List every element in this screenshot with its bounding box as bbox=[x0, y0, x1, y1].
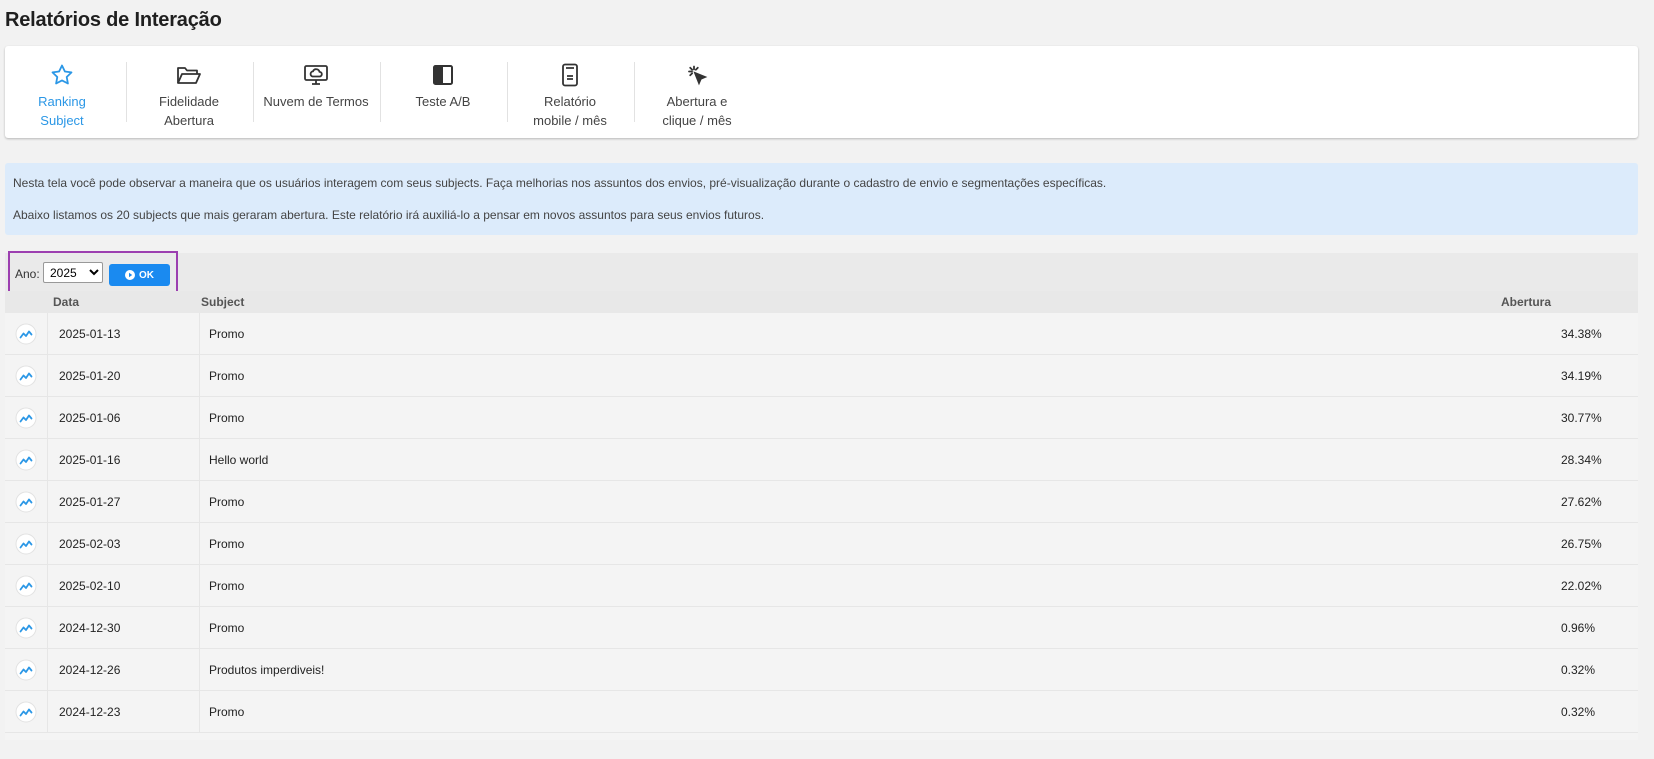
row-open-rate: 0.32% bbox=[1561, 663, 1596, 677]
report-tabs: Ranking Subject Fidelidade Abertura Nuve… bbox=[5, 46, 1638, 138]
chart-line-icon[interactable] bbox=[5, 523, 48, 565]
folder-open-icon bbox=[176, 62, 202, 88]
chart-line-icon[interactable] bbox=[5, 397, 48, 439]
row-subject: Promo bbox=[209, 495, 245, 509]
row-date: 2024-12-23 bbox=[48, 691, 200, 733]
table-row: 2025-01-20 Promo 34.19% bbox=[5, 355, 1638, 397]
header-subject: Subject bbox=[201, 295, 245, 309]
row-subject: Hello world bbox=[209, 453, 269, 467]
ok-label: OK bbox=[139, 269, 154, 281]
row-open-rate: 0.32% bbox=[1561, 705, 1596, 719]
cursor-click-icon bbox=[685, 62, 709, 88]
split-square-icon bbox=[432, 62, 454, 88]
row-subject: Promo bbox=[209, 579, 245, 593]
row-date: 2024-12-30 bbox=[48, 607, 200, 649]
table-body: 2025-01-13 Promo 34.38% 2025-01-20 Promo 34.1… bbox=[5, 313, 1638, 733]
row-subject: Promo bbox=[209, 327, 245, 341]
row-open-rate: 28.34% bbox=[1561, 453, 1602, 467]
year-select[interactable]: 2025 bbox=[43, 262, 103, 283]
row-date: 2025-02-03 bbox=[48, 523, 200, 565]
info-text: Abaixo listamos os 20 subjects que mais … bbox=[13, 208, 765, 222]
row-date: 2025-01-27 bbox=[48, 481, 200, 523]
chart-line-icon[interactable] bbox=[5, 649, 48, 691]
row-subject: Promo bbox=[209, 537, 245, 551]
filter-bar: Ano: 2025 OK bbox=[5, 251, 1638, 293]
tab-ranking-subject[interactable]: Ranking Subject bbox=[0, 62, 129, 130]
star-icon bbox=[50, 62, 74, 88]
row-open-rate: 26.75% bbox=[1561, 537, 1602, 551]
table-row: 2024-12-26 Produtos imperdiveis! 0.32% bbox=[5, 649, 1638, 691]
tab-label: Abertura e clique / mês bbox=[662, 94, 732, 128]
tab-fidelidade-abertura[interactable]: Fidelidade Abertura bbox=[122, 62, 256, 130]
table-row: 2025-02-03 Promo 26.75% bbox=[5, 523, 1638, 565]
tab-teste-ab[interactable]: Teste A/B bbox=[376, 62, 510, 130]
table-row: 2025-02-10 Promo 22.02% bbox=[5, 565, 1638, 607]
tab-label: Relatório mobile / mês bbox=[533, 94, 607, 128]
chart-line-icon[interactable] bbox=[5, 691, 48, 733]
row-subject: Produtos imperdiveis! bbox=[209, 663, 325, 677]
row-date: 2025-01-06 bbox=[48, 397, 200, 439]
row-date: 2025-01-13 bbox=[48, 313, 200, 355]
ok-button[interactable]: OK bbox=[109, 264, 170, 286]
row-subject: Promo bbox=[209, 369, 245, 383]
table-row: 2025-01-06 Promo 30.77% bbox=[5, 397, 1638, 439]
tab-abertura-clique[interactable]: Abertura e clique / mês bbox=[630, 62, 764, 130]
row-date: 2025-02-10 bbox=[48, 565, 200, 607]
play-circle-icon bbox=[125, 270, 135, 280]
row-open-rate: 22.02% bbox=[1561, 579, 1602, 593]
row-subject: Promo bbox=[209, 705, 245, 719]
row-open-rate: 0.96% bbox=[1561, 621, 1596, 635]
mobile-icon bbox=[561, 62, 579, 88]
chart-line-icon[interactable] bbox=[5, 313, 48, 355]
tab-label: Nuvem de Termos bbox=[263, 94, 369, 109]
row-open-rate: 34.19% bbox=[1561, 369, 1602, 383]
table-row: 2025-01-16 Hello world 28.34% bbox=[5, 439, 1638, 481]
row-date: 2025-01-20 bbox=[48, 355, 200, 397]
info-box: Nesta tela você pode observar a maneira … bbox=[5, 163, 1638, 235]
row-date: 2024-12-26 bbox=[48, 649, 200, 691]
table-row: 2025-01-27 Promo 27.62% bbox=[5, 481, 1638, 523]
row-subject: Promo bbox=[209, 411, 245, 425]
table-row: 2025-01-13 Promo 34.38% bbox=[5, 313, 1638, 355]
chart-line-icon[interactable] bbox=[5, 355, 48, 397]
tab-label: Fidelidade Abertura bbox=[159, 94, 219, 128]
row-open-rate: 27.62% bbox=[1561, 495, 1602, 509]
table-row: 2024-12-30 Promo 0.96% bbox=[5, 607, 1638, 649]
chart-line-icon[interactable] bbox=[5, 607, 48, 649]
table-header: Data Subject Abertura bbox=[5, 291, 1638, 313]
header-open: Abertura bbox=[1501, 295, 1552, 309]
row-subject: Promo bbox=[209, 621, 245, 635]
ranking-table: Ano: 2025 OK Data Subject Abertura 2025-… bbox=[5, 251, 1638, 740]
header-date: Data bbox=[53, 295, 80, 309]
info-text: Nesta tela você pode observar a maneira … bbox=[13, 176, 1107, 190]
chart-line-icon[interactable] bbox=[5, 565, 48, 607]
row-open-rate: 34.38% bbox=[1561, 327, 1602, 341]
year-label: Ano: bbox=[15, 267, 40, 281]
page-title: Relatórios de Interação bbox=[5, 9, 222, 31]
tab-label: Teste A/B bbox=[415, 94, 471, 109]
chart-line-icon[interactable] bbox=[5, 481, 48, 523]
tab-relatorio-mobile[interactable]: Relatório mobile / mês bbox=[503, 62, 637, 130]
tab-label: Ranking Subject bbox=[38, 94, 86, 128]
tab-nuvem-de-termos[interactable]: Nuvem de Termos bbox=[249, 62, 383, 130]
chart-line-icon[interactable] bbox=[5, 439, 48, 481]
cloud-monitor-icon bbox=[303, 62, 329, 88]
row-open-rate: 30.77% bbox=[1561, 411, 1602, 425]
table-row: 2024-12-23 Promo 0.32% bbox=[5, 691, 1638, 733]
row-date: 2025-01-16 bbox=[48, 439, 200, 481]
